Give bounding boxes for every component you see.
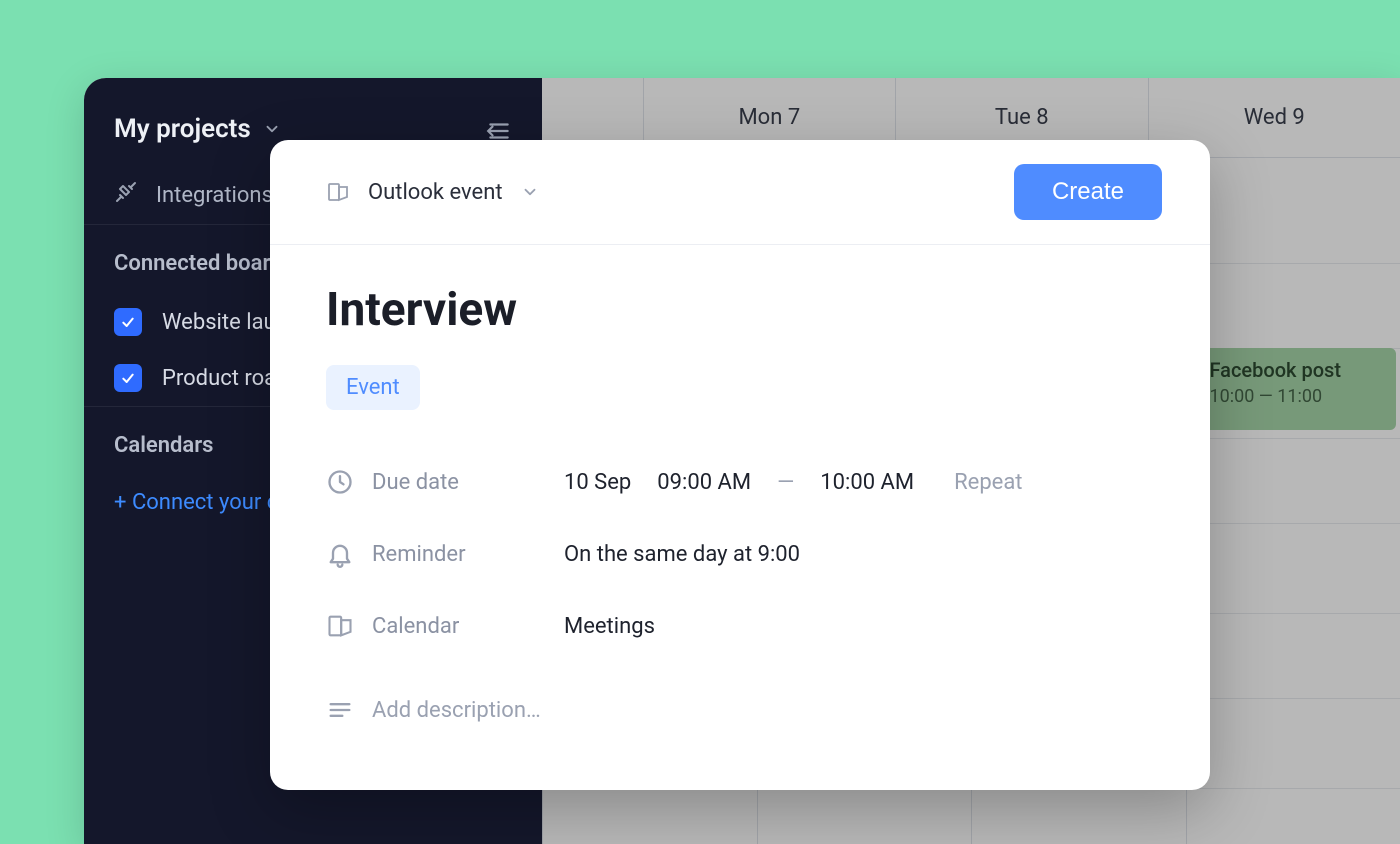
- modal-body: Interview Event Due date 10 Sep 09:00 AM…: [270, 245, 1210, 766]
- event-type-selector[interactable]: Outlook event: [326, 180, 539, 205]
- plug-icon: [114, 180, 138, 210]
- create-button[interactable]: Create: [1014, 164, 1162, 220]
- repeat-toggle[interactable]: Repeat: [954, 470, 1022, 495]
- reminder-label: Reminder: [372, 542, 564, 567]
- end-time-picker[interactable]: 10:00 AM: [820, 470, 914, 495]
- checkbox-icon[interactable]: [114, 364, 142, 392]
- description-icon: [326, 696, 354, 724]
- reminder-value[interactable]: On the same day at 9:00: [564, 542, 800, 567]
- create-event-modal: Outlook event Create Interview Event Due…: [270, 140, 1210, 790]
- description-row: Add description…: [326, 662, 1154, 746]
- description-input[interactable]: Add description…: [372, 698, 541, 723]
- reminder-row: Reminder On the same day at 9:00: [326, 518, 1154, 590]
- modal-header: Outlook event Create: [270, 140, 1210, 245]
- due-date-picker[interactable]: 10 Sep: [564, 470, 631, 495]
- project-selector[interactable]: My projects: [114, 114, 281, 144]
- outlook-icon: [326, 180, 350, 204]
- start-time-picker[interactable]: 09:00 AM: [657, 470, 751, 495]
- time-dash: —: [777, 470, 794, 495]
- bell-icon: [326, 540, 354, 568]
- sidebar-title: My projects: [114, 114, 251, 144]
- collapse-sidebar-icon[interactable]: [486, 118, 512, 140]
- calendar-row: Calendar Meetings: [326, 590, 1154, 662]
- checkbox-icon[interactable]: [114, 308, 142, 336]
- sidebar-item-label: Integrations: [156, 183, 273, 208]
- calendar-label: Calendar: [372, 614, 564, 639]
- chevron-down-icon: [263, 120, 281, 138]
- event-type-badge[interactable]: Event: [326, 365, 420, 410]
- outlook-icon: [326, 612, 354, 640]
- due-date-row: Due date 10 Sep 09:00 AM — 10:00 AM Repe…: [326, 446, 1154, 518]
- event-type-label: Outlook event: [368, 180, 503, 205]
- due-date-value: 10 Sep 09:00 AM — 10:00 AM Repeat: [564, 470, 1023, 495]
- calendar-picker[interactable]: Meetings: [564, 614, 655, 639]
- clock-icon: [326, 468, 354, 496]
- due-date-label: Due date: [372, 470, 564, 495]
- chevron-down-icon: [521, 183, 539, 201]
- event-title-input[interactable]: Interview: [326, 283, 1154, 337]
